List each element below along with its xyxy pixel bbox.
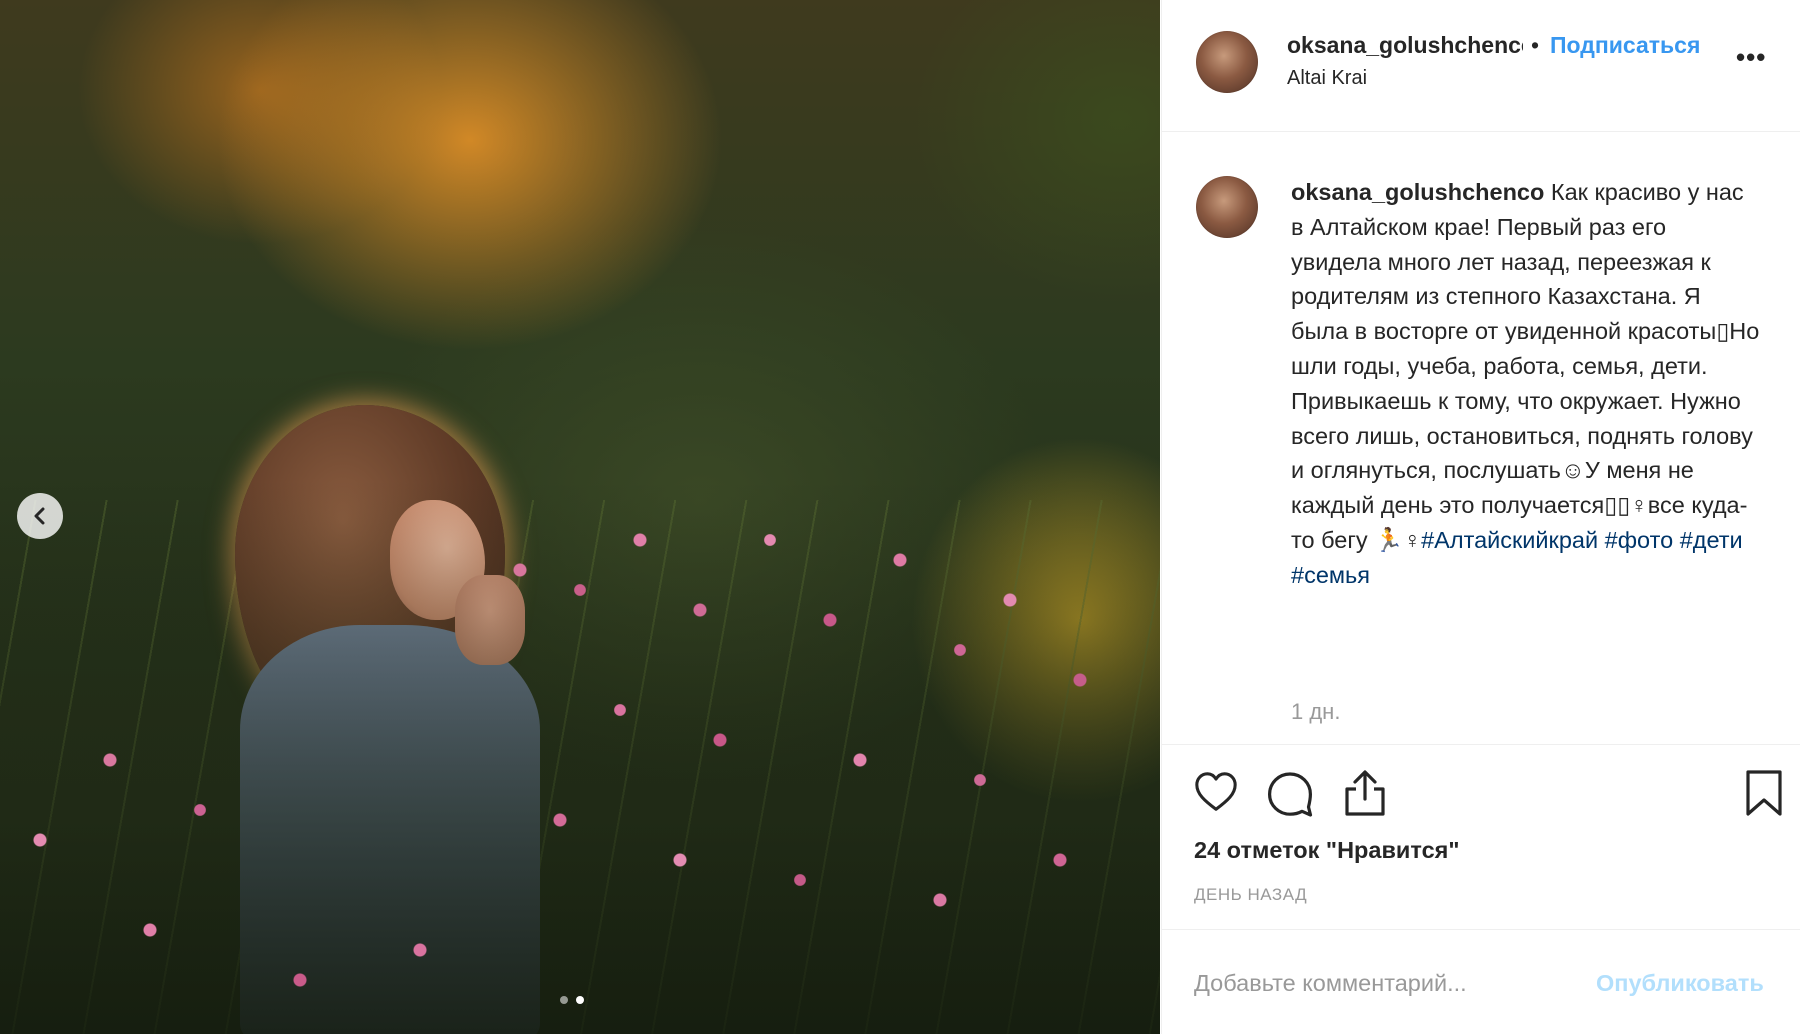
heart-icon[interactable] xyxy=(1193,769,1239,815)
caption-text: oksana_golushchenco Как красиво у нас в … xyxy=(1291,175,1761,593)
carousel-indicator xyxy=(560,996,584,1004)
caption-body: Как красиво у нас в Алтайском крае! Перв… xyxy=(1291,179,1760,553)
comment-input[interactable] xyxy=(1192,958,1586,1008)
caption-time: 1 дн. xyxy=(1291,699,1341,724)
post-date: ДЕНЬ НАЗАД xyxy=(1194,885,1308,904)
publish-button[interactable]: Опубликовать xyxy=(1596,970,1764,997)
carousel-prev-button[interactable] xyxy=(17,493,63,539)
post-side-panel: oksana_golushchenco • Подписаться Altai … xyxy=(1161,0,1800,1034)
flowers xyxy=(0,480,1160,1034)
hashtag[interactable]: #Алтайскийкрай xyxy=(1421,527,1598,553)
hashtag[interactable]: #фото xyxy=(1605,527,1674,553)
likes-count[interactable]: 24 отметок "Нравится" xyxy=(1194,837,1460,864)
chevron-left-icon xyxy=(34,507,45,525)
post-username[interactable]: oksana_golushchenco xyxy=(1287,32,1523,59)
hashtag[interactable]: #дети xyxy=(1680,527,1743,553)
caption-avatar[interactable] xyxy=(1196,176,1258,238)
bookmark-icon[interactable] xyxy=(1744,769,1784,817)
comment-box: Опубликовать xyxy=(1162,929,1800,1035)
action-bar: 24 отметок "Нравится" ДЕНЬ НАЗАД xyxy=(1162,744,1800,930)
caption-area: oksana_golushchenco Как красиво у нас в … xyxy=(1162,131,1800,744)
hashtag[interactable]: #семья xyxy=(1291,562,1370,588)
post-photo[interactable] xyxy=(0,0,1160,1034)
more-options-button[interactable]: ••• xyxy=(1736,44,1766,70)
post-header: oksana_golushchenco • Подписаться Altai … xyxy=(1162,0,1800,132)
separator-dot: • xyxy=(1531,32,1540,58)
comment-icon[interactable] xyxy=(1266,770,1314,818)
share-icon[interactable] xyxy=(1342,769,1388,817)
follow-button[interactable]: Подписаться xyxy=(1550,32,1700,59)
carousel-dot xyxy=(560,996,568,1004)
caption-username[interactable]: oksana_golushchenco xyxy=(1291,179,1544,205)
avatar[interactable] xyxy=(1196,31,1258,93)
carousel-dot-active xyxy=(576,996,584,1004)
post-location[interactable]: Altai Krai xyxy=(1287,67,1367,90)
